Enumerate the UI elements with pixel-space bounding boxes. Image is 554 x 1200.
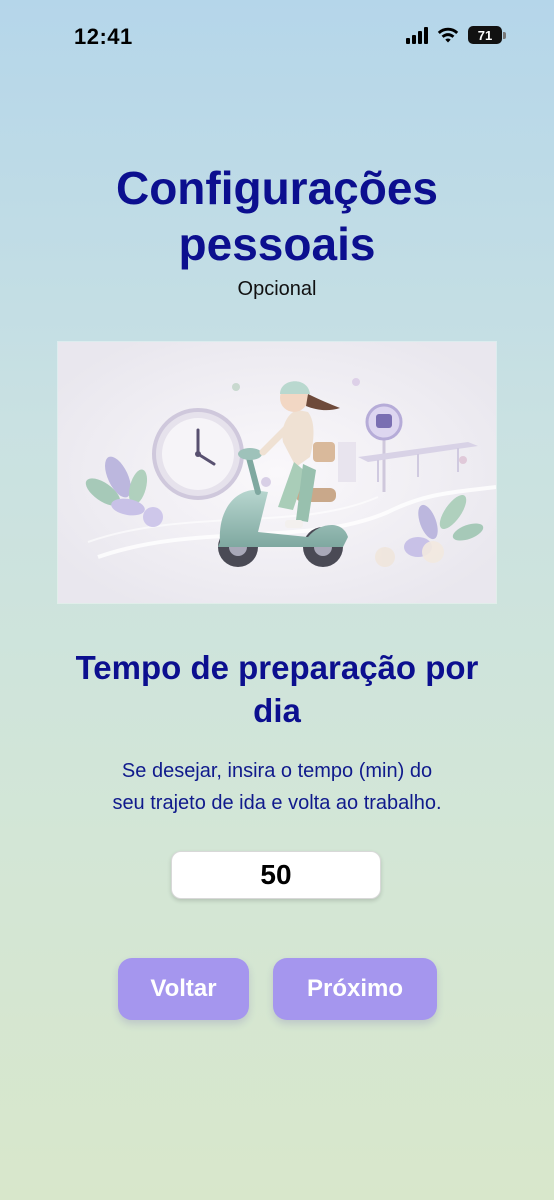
battery-level: 71 <box>468 26 502 44</box>
woman-on-scooter-illustration <box>58 342 496 603</box>
next-button[interactable]: Próximo <box>273 958 437 1020</box>
back-button[interactable]: Voltar <box>118 958 249 1020</box>
page-subtitle: Opcional <box>237 278 317 300</box>
section-description: Se desejar, insira o tempo (min) do seu … <box>40 755 514 819</box>
status-bar: 12:41 71 <box>0 0 554 76</box>
page-title-line1: Configurações <box>115 162 439 214</box>
scooter-illustration-art <box>58 342 496 603</box>
section-title: Tempo de preparação por dia <box>20 646 534 732</box>
prep-time-input[interactable] <box>171 851 381 899</box>
section-title-line1: Tempo de preparação por <box>75 649 479 686</box>
battery-icon: 71 <box>468 26 506 44</box>
clock-icon <box>152 408 244 500</box>
section-title-line2: dia <box>253 692 301 729</box>
section-description-line1: Se desejar, insira o tempo (min) do <box>121 760 433 782</box>
status-icons: 71 <box>406 26 506 44</box>
signal-icon <box>406 26 428 44</box>
status-time: 12:41 <box>74 24 133 49</box>
section-description-line2: seu trajeto de ida e volta ao trabalho. <box>112 792 442 814</box>
page-title: Configurações pessoais <box>0 160 554 272</box>
wifi-icon <box>437 27 459 43</box>
page-title-line2: pessoais <box>178 218 376 270</box>
